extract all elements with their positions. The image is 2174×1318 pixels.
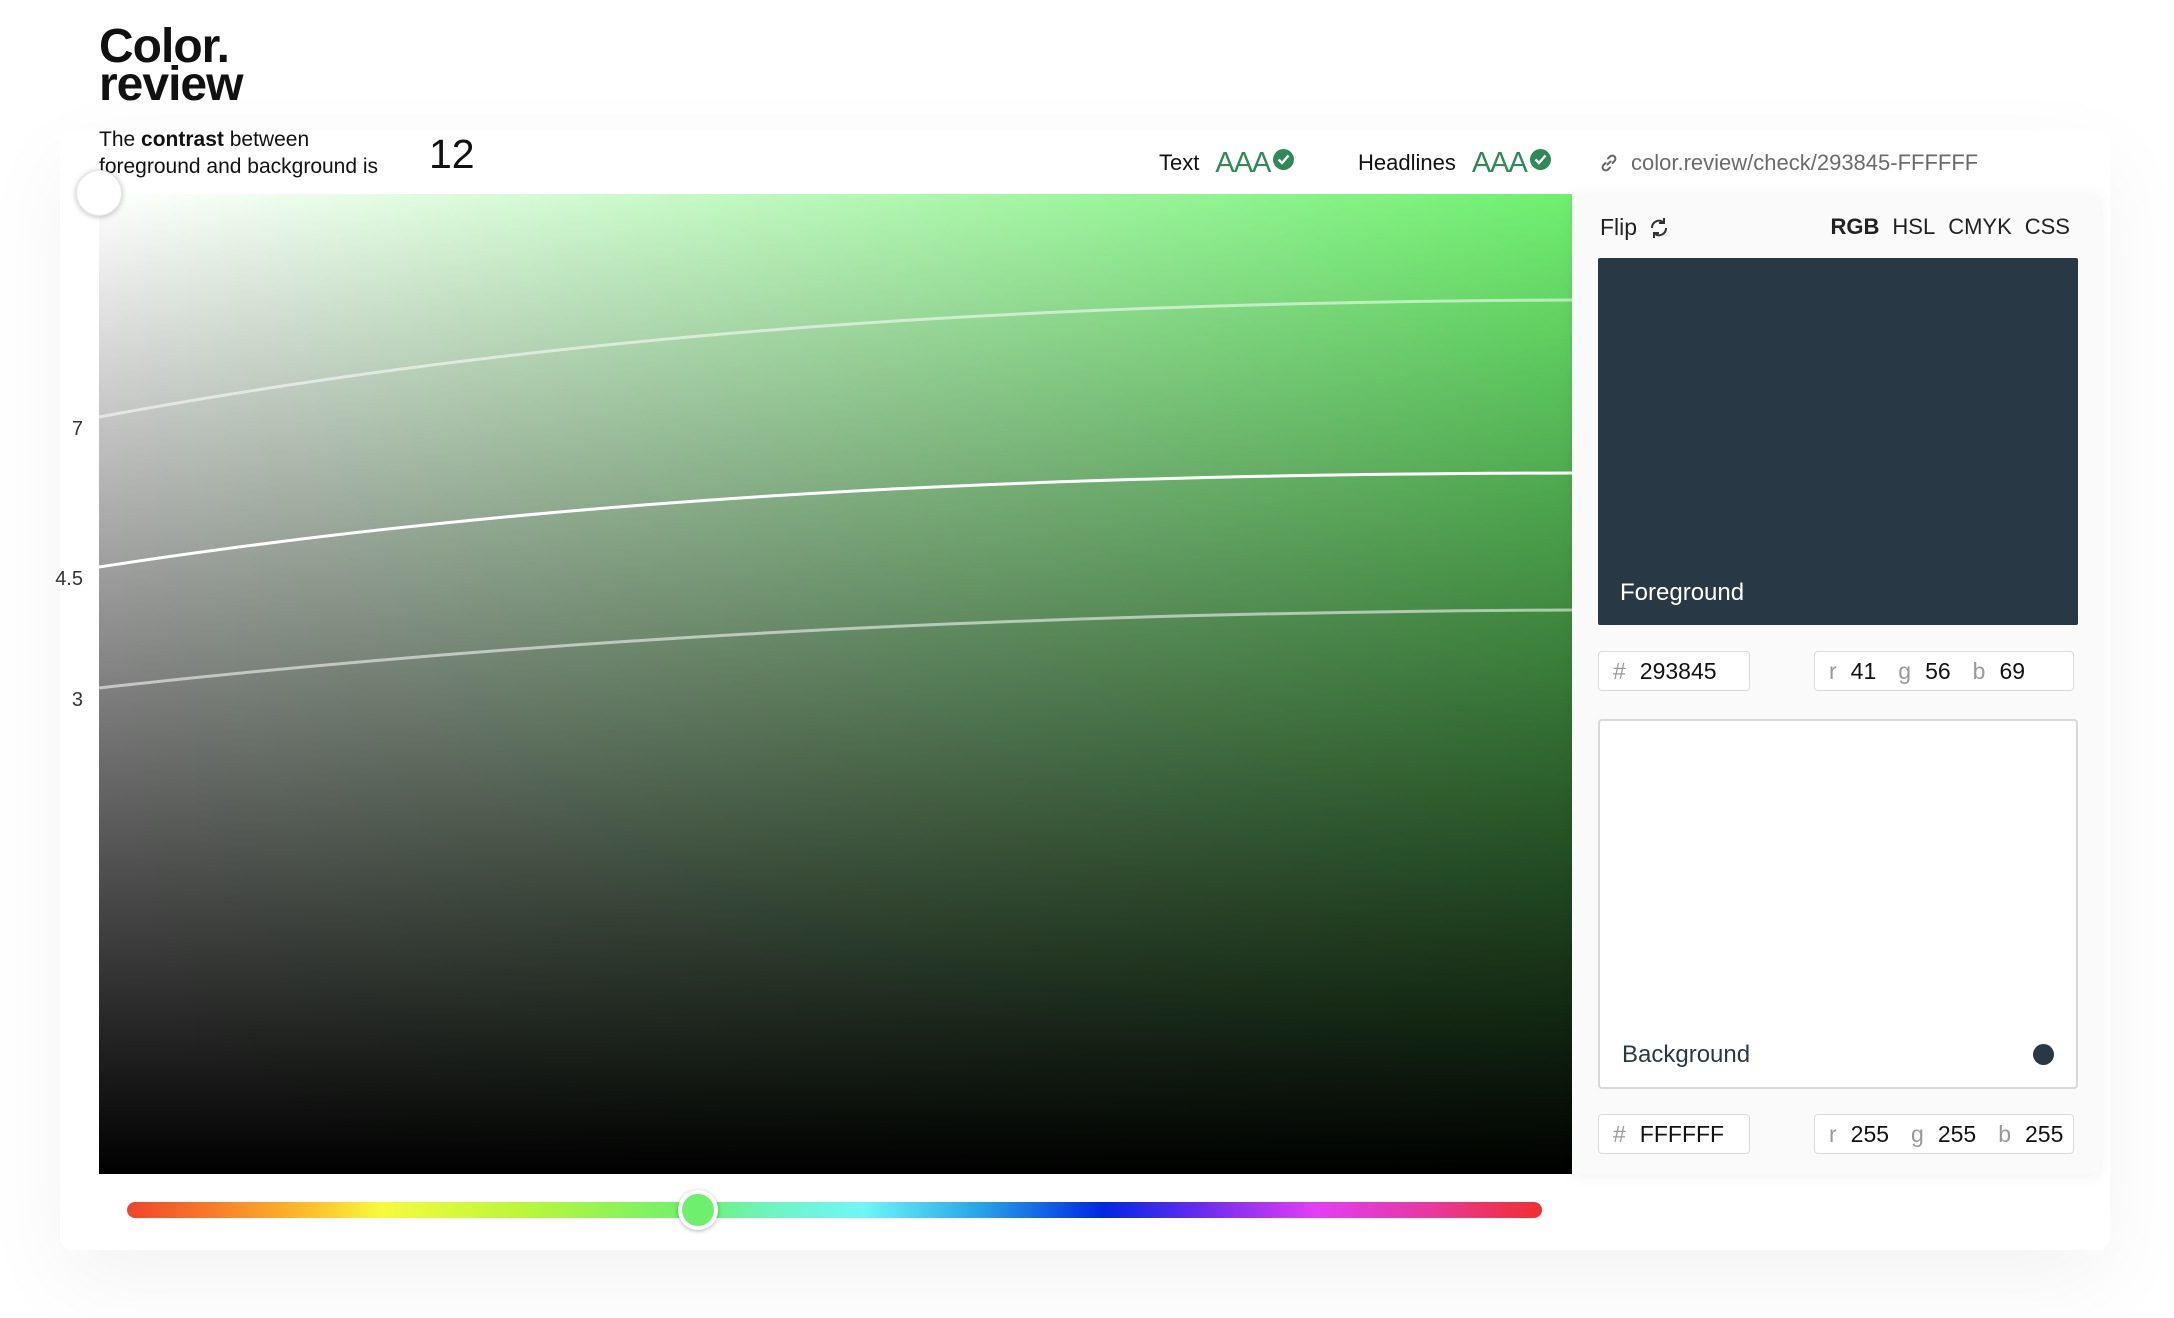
b-label: b (1972, 657, 1986, 684)
y-label-4-5: 4.5 (55, 568, 83, 590)
swap-icon (1651, 217, 1668, 238)
hue-slider[interactable] (127, 1202, 1542, 1218)
foreground-hex-field[interactable]: # 293845 (1598, 651, 1750, 691)
share-url: color.review/check/293845-FFFFFF (1631, 150, 1979, 175)
foreground-g-input[interactable]: 56 (1925, 658, 1951, 685)
foreground-rgb-field: r 41 g 56 b 69 (1814, 651, 2074, 691)
foreground-swatch[interactable]: Foreground (1598, 258, 2078, 625)
g-label: g (1898, 657, 1912, 684)
flip-button[interactable]: Flip (1600, 214, 1671, 241)
contrast-description: The contrast between foreground and back… (99, 126, 378, 180)
contrast-curves (99, 298, 1572, 690)
tab-hsl[interactable]: HSL (1892, 214, 1935, 240)
background-hex-field[interactable]: # FFFFFF (1598, 1114, 1750, 1154)
check-circle-icon (1529, 148, 1551, 170)
rating-text-label: Text (1159, 150, 1200, 175)
contrast-text-bold: contrast (141, 128, 224, 151)
foreground-label: Foreground (1620, 579, 1745, 606)
background-g-input[interactable]: 255 (1938, 1121, 1976, 1148)
foreground-hex-value[interactable]: 293845 (1640, 658, 1717, 685)
contrast-text-line2: foreground and background is (99, 155, 379, 178)
hash-label: # (1613, 657, 1626, 684)
foreground-b-input[interactable]: 69 (1999, 658, 2025, 685)
rating-headlines-grade: AAA (1471, 146, 1528, 179)
r-label: r (1829, 1120, 1837, 1147)
link-icon (1601, 154, 1617, 172)
tab-cmyk[interactable]: CMYK (1948, 214, 2012, 240)
background-rgb-field: r 255 g 255 b 255 (1814, 1114, 2074, 1154)
active-indicator-dot (2033, 1044, 2054, 1065)
hue-slider-handle[interactable] (678, 1190, 718, 1230)
background-swatch[interactable]: Background (1598, 719, 2078, 1089)
hash-label: # (1613, 1120, 1626, 1147)
y-label-7: 7 (71, 418, 83, 440)
logo-line2: review (99, 58, 243, 111)
background-r-input[interactable]: 255 (1851, 1121, 1889, 1148)
background-b-input[interactable]: 255 (2025, 1121, 2063, 1148)
check-circle-icon (1273, 148, 1295, 170)
contrast-text-pre: The (99, 128, 142, 151)
foreground-r-input[interactable]: 41 (1851, 658, 1877, 685)
contrast-ratio-value: 12 (429, 131, 475, 177)
g-label: g (1911, 1120, 1924, 1147)
tab-css[interactable]: CSS (2025, 214, 2070, 240)
contrast-text-post: between (223, 128, 310, 151)
y-label-3: 3 (71, 689, 83, 711)
rating-headlines: Headlines AAA (1358, 146, 1551, 180)
share-link[interactable]: color.review/check/293845-FFFFFF (1599, 150, 1978, 176)
rating-text-grade: AAA (1215, 146, 1271, 179)
rating-text: Text AAA (1159, 146, 1295, 180)
color-picker-area[interactable] (99, 194, 1572, 1174)
r-label: r (1829, 657, 1837, 684)
flip-label: Flip (1600, 214, 1638, 240)
color-mode-tabs: RGB HSL CMYK CSS (1831, 214, 2071, 240)
color-panel: Flip RGB HSL CMYK CSS Foreground # 29384… (1572, 194, 2100, 1174)
picker-handle[interactable] (76, 170, 122, 216)
rating-headlines-label: Headlines (1358, 150, 1456, 175)
logo[interactable]: Color. review (99, 23, 243, 111)
background-hex-value[interactable]: FFFFFF (1640, 1121, 1724, 1148)
background-label: Background (1622, 1041, 1751, 1068)
b-label: b (1998, 1120, 2012, 1147)
tab-rgb[interactable]: RGB (1831, 214, 1880, 240)
